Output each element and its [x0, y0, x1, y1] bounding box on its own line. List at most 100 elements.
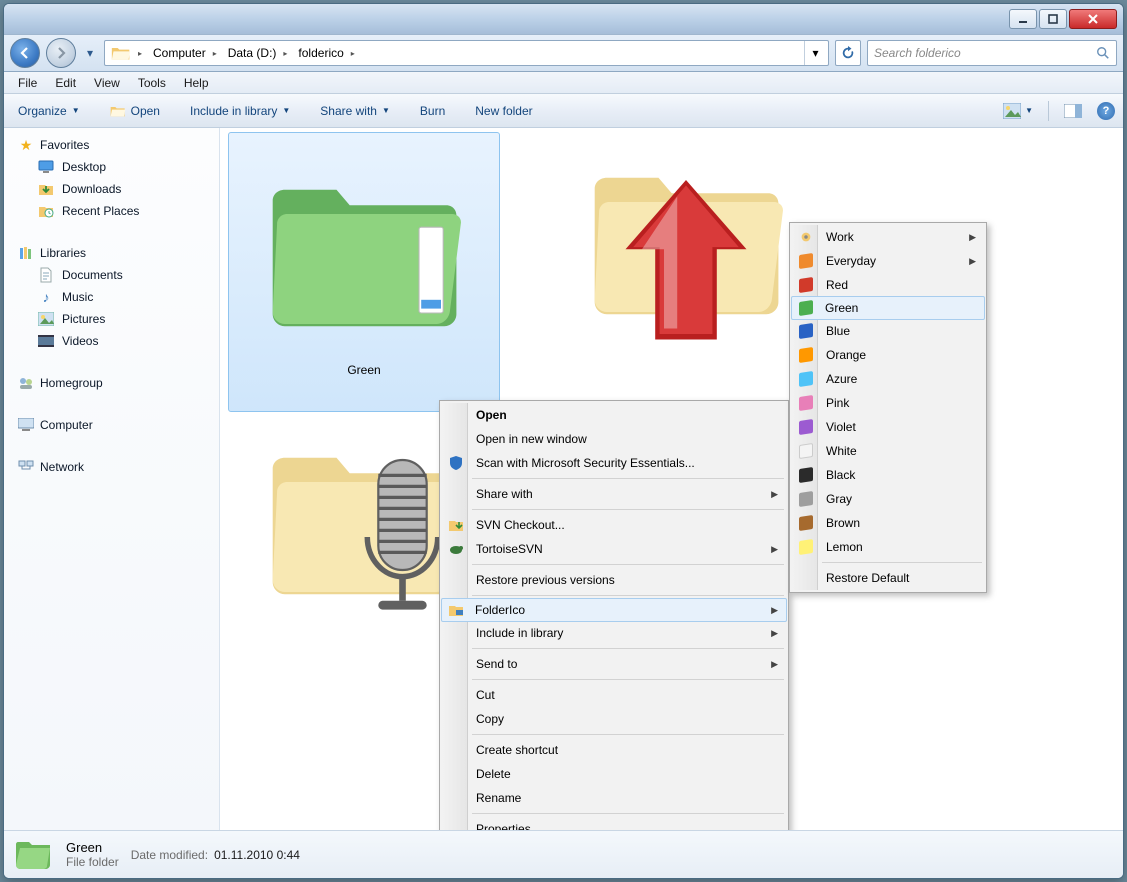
ctx-open[interactable]: Open: [442, 403, 786, 427]
ctx-cut[interactable]: Cut: [442, 683, 786, 707]
organize-button[interactable]: Organize▼: [12, 100, 86, 122]
include-in-library-button[interactable]: Include in library▼: [184, 100, 296, 122]
folder-open-icon: [110, 104, 126, 118]
folder-white-icon: [798, 443, 814, 459]
search-icon: [1096, 46, 1110, 60]
item-label: Green: [347, 363, 380, 377]
sub-color-black[interactable]: Black: [792, 463, 984, 487]
sub-color-azure[interactable]: Azure: [792, 367, 984, 391]
sub-color-orange[interactable]: Orange: [792, 343, 984, 367]
share-with-button[interactable]: Share with▼: [314, 100, 396, 122]
sidebar-favorites-head[interactable]: ★Favorites: [4, 134, 219, 156]
item-green[interactable]: Green: [228, 132, 500, 412]
search-input[interactable]: Search folderico: [867, 40, 1117, 66]
address-bar: ▾ ▸ Computer▸ Data (D:)▸ folderico▸ ▾ Se…: [4, 34, 1123, 72]
sub-color-label: Violet: [826, 420, 856, 434]
folder-lemon-icon: [798, 539, 814, 555]
context-menu: Open Open in new window Scan with Micros…: [439, 400, 789, 844]
sub-color-red[interactable]: Red: [792, 273, 984, 297]
sub-color-white[interactable]: White: [792, 439, 984, 463]
desktop-icon: [38, 159, 54, 175]
menu-edit[interactable]: Edit: [47, 74, 84, 92]
ctx-rename[interactable]: Rename: [442, 786, 786, 810]
gear-icon: [798, 229, 814, 245]
folder-pink-icon: [798, 395, 814, 411]
sidebar-documents[interactable]: Documents: [4, 264, 219, 286]
sub-color-label: Gray: [826, 492, 852, 506]
music-icon: ♪: [38, 289, 54, 305]
sub-color-brown[interactable]: Brown: [792, 511, 984, 535]
pictures-icon: [38, 311, 54, 327]
sub-color-label: Orange: [826, 348, 866, 362]
sub-work[interactable]: Work▶: [792, 225, 984, 249]
back-button[interactable]: [10, 38, 40, 68]
sidebar-pictures[interactable]: Pictures: [4, 308, 219, 330]
preview-pane-button[interactable]: [1057, 100, 1089, 122]
sub-color-pink[interactable]: Pink: [792, 391, 984, 415]
pane-icon: [1064, 104, 1082, 118]
breadcrumb-folder[interactable]: folderico: [298, 46, 343, 60]
folder-azure-icon: [798, 371, 814, 387]
menu-view[interactable]: View: [86, 74, 128, 92]
sub-everyday[interactable]: Everyday▶: [792, 249, 984, 273]
ctx-include-library[interactable]: Include in library▶: [442, 621, 786, 645]
sidebar-desktop[interactable]: Desktop: [4, 156, 219, 178]
view-mode-button[interactable]: ▼: [996, 99, 1040, 123]
menu-help[interactable]: Help: [176, 74, 217, 92]
folder-orange-icon: [798, 253, 814, 269]
sub-color-green[interactable]: Green: [791, 296, 985, 320]
ctx-folderico[interactable]: FolderIco▶: [441, 598, 787, 622]
status-name: Green: [66, 840, 119, 855]
open-button[interactable]: Open: [104, 100, 166, 122]
sub-color-label: White: [826, 444, 857, 458]
sidebar-videos[interactable]: Videos: [4, 330, 219, 352]
breadcrumb-drive[interactable]: Data (D:): [228, 46, 277, 60]
sidebar-computer[interactable]: Computer: [4, 414, 219, 436]
star-icon: ★: [18, 137, 34, 153]
network-icon: [18, 459, 34, 475]
sidebar-libraries-head[interactable]: Libraries: [4, 242, 219, 264]
ctx-svn-checkout[interactable]: SVN Checkout...: [442, 513, 786, 537]
picture-icon: [1003, 103, 1021, 119]
sub-color-blue[interactable]: Blue: [792, 319, 984, 343]
ctx-create-shortcut[interactable]: Create shortcut: [442, 738, 786, 762]
help-button[interactable]: ?: [1097, 102, 1115, 120]
sub-color-gray[interactable]: Gray: [792, 487, 984, 511]
minimize-button[interactable]: [1009, 9, 1037, 29]
video-icon: [38, 333, 54, 349]
sub-restore-default[interactable]: Restore Default: [792, 566, 984, 590]
status-type: File folder: [66, 855, 119, 869]
sidebar-recent[interactable]: Recent Places: [4, 200, 219, 222]
sidebar-homegroup[interactable]: Homegroup: [4, 372, 219, 394]
ctx-delete[interactable]: Delete: [442, 762, 786, 786]
ctx-scan-mse[interactable]: Scan with Microsoft Security Essentials.…: [442, 451, 786, 475]
ctx-open-new-window[interactable]: Open in new window: [442, 427, 786, 451]
sidebar-network[interactable]: Network: [4, 456, 219, 478]
forward-button[interactable]: [46, 38, 76, 68]
history-dropdown[interactable]: ▾: [82, 39, 98, 67]
breadcrumb-computer[interactable]: Computer: [153, 46, 206, 60]
svn-checkout-icon: [448, 517, 464, 533]
ctx-copy[interactable]: Copy: [442, 707, 786, 731]
shield-icon: [448, 455, 464, 471]
new-folder-button[interactable]: New folder: [469, 100, 538, 122]
breadcrumb[interactable]: ▸ Computer▸ Data (D:)▸ folderico▸ ▾: [104, 40, 829, 66]
ctx-send-to[interactable]: Send to▶: [442, 652, 786, 676]
sub-color-lemon[interactable]: Lemon: [792, 535, 984, 559]
sidebar-music[interactable]: ♪Music: [4, 286, 219, 308]
ctx-share-with[interactable]: Share with▶: [442, 482, 786, 506]
title-bar: [4, 4, 1123, 34]
menu-tools[interactable]: Tools: [130, 74, 174, 92]
menu-file[interactable]: File: [10, 74, 45, 92]
ctx-tortoisesvn[interactable]: TortoiseSVN▶: [442, 537, 786, 561]
refresh-button[interactable]: [835, 40, 861, 66]
item-upload[interactable]: [550, 132, 822, 412]
breadcrumb-dropdown[interactable]: ▾: [804, 41, 826, 65]
close-button[interactable]: [1069, 9, 1117, 29]
ctx-restore-versions[interactable]: Restore previous versions: [442, 568, 786, 592]
maximize-button[interactable]: [1039, 9, 1067, 29]
burn-button[interactable]: Burn: [414, 100, 451, 122]
sidebar-downloads[interactable]: Downloads: [4, 178, 219, 200]
sub-color-violet[interactable]: Violet: [792, 415, 984, 439]
sub-color-label: Black: [826, 468, 855, 482]
